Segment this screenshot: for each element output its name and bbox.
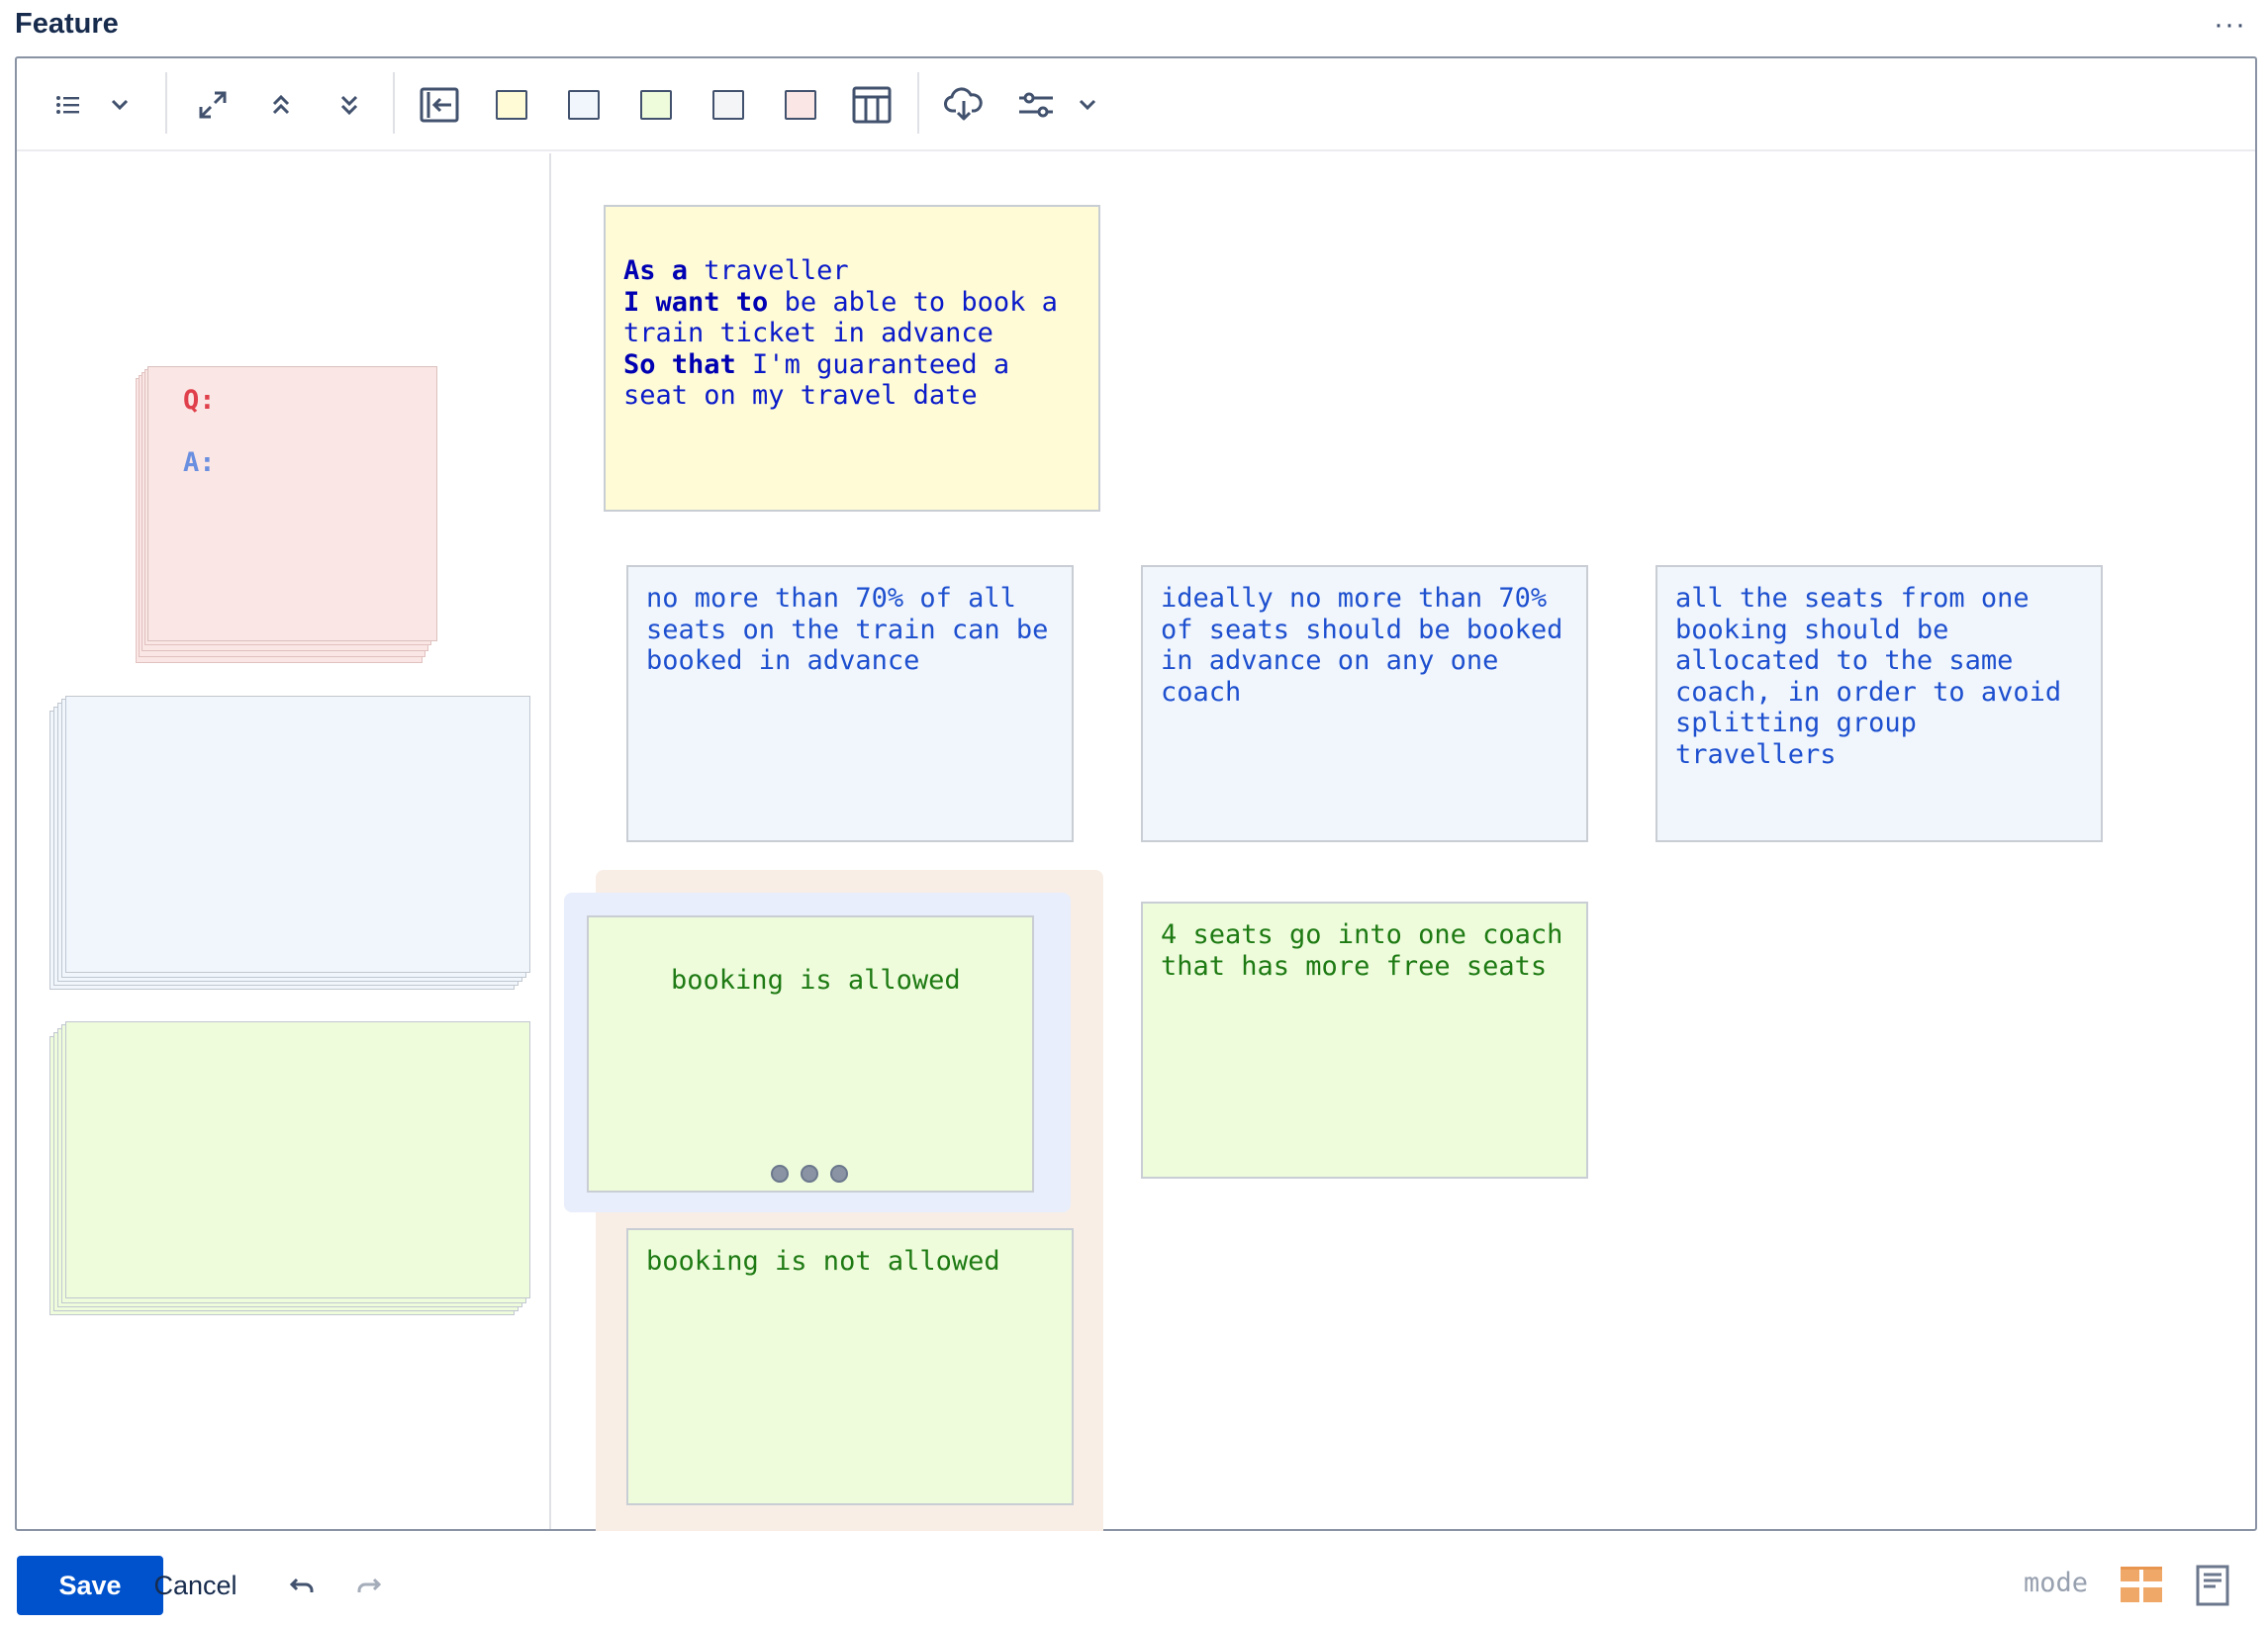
expand-button[interactable] xyxy=(191,83,235,127)
collapse-all-button[interactable] xyxy=(259,83,303,127)
undo-button[interactable] xyxy=(281,1564,325,1607)
rule-card[interactable]: ideally no more than 70% of seats should… xyxy=(1141,565,1588,842)
toolbar-divider xyxy=(165,72,167,134)
white-card-button[interactable] xyxy=(707,83,750,127)
chevron-down-icon xyxy=(111,99,129,111)
example-card[interactable]: 4 seats go into one coach that has more … xyxy=(1141,902,1588,1179)
example-card-deck[interactable] xyxy=(49,1021,532,1318)
expand-icon xyxy=(199,91,227,119)
document-icon xyxy=(2196,1565,2229,1606)
expand-all-button[interactable] xyxy=(328,83,371,127)
dot-icon xyxy=(771,1165,789,1183)
more-options-button[interactable]: ··· xyxy=(2214,8,2246,42)
page-title: Feature xyxy=(15,8,119,40)
cloud-download-icon xyxy=(944,87,983,121)
list-icon xyxy=(56,96,79,114)
swatch-green xyxy=(640,90,672,120)
yellow-card-button[interactable] xyxy=(490,83,533,127)
swatch-pink xyxy=(785,90,816,120)
chevrons-up-icon xyxy=(272,94,290,115)
undo-icon xyxy=(289,1578,314,1592)
question-card-deck[interactable]: Q: A: xyxy=(136,366,437,663)
dot-icon xyxy=(830,1165,848,1183)
chevrons-down-icon xyxy=(340,95,358,116)
redo-button[interactable] xyxy=(346,1564,390,1607)
blue-card-button[interactable] xyxy=(562,83,606,127)
rule-card-deck[interactable] xyxy=(49,696,532,993)
green-card-button[interactable] xyxy=(634,83,678,127)
settings-button[interactable] xyxy=(1014,83,1058,127)
example-card[interactable]: booking is allowed xyxy=(587,915,1034,1193)
list-dropdown-button[interactable] xyxy=(98,83,142,127)
toolbar xyxy=(17,58,2255,151)
swatch-yellow xyxy=(496,90,527,120)
map-mode-button[interactable] xyxy=(2118,1562,2165,1609)
table-icon xyxy=(852,86,892,124)
rule-card[interactable]: no more than 70% of all seats on the tra… xyxy=(626,565,1074,842)
i-want-keyword: I want to xyxy=(623,286,769,318)
question-label: Q: xyxy=(183,385,216,416)
toolbar-divider xyxy=(393,72,395,134)
mode-label: mode xyxy=(2024,1568,2089,1598)
settings-dropdown-button[interactable] xyxy=(1066,83,1109,127)
swatch-blue xyxy=(568,90,600,120)
so-that-keyword: So that xyxy=(623,348,736,380)
example-text: booking is allowed xyxy=(671,964,961,996)
answer-label: A: xyxy=(183,447,216,478)
dot-icon xyxy=(801,1165,818,1183)
as-a-keyword: As a xyxy=(623,255,689,286)
story-card[interactable]: As a traveller I want to be able to book… xyxy=(604,205,1100,512)
swatch-white xyxy=(712,90,744,120)
cancel-button[interactable]: Cancel xyxy=(139,1556,252,1615)
table-view-button[interactable] xyxy=(850,83,894,127)
collapse-panel-icon xyxy=(420,87,459,123)
card-palette: Q: A: xyxy=(17,153,551,1529)
toolbar-divider xyxy=(917,72,919,134)
feature-editor: Q: A: As a traveller I want to be able t… xyxy=(15,56,2257,1531)
map-mode-icon xyxy=(2121,1567,2162,1602)
example-card[interactable]: booking is not allowed xyxy=(626,1228,1074,1505)
collapse-panel-button[interactable] xyxy=(418,83,461,127)
rule-card[interactable]: all the seats from one booking should be… xyxy=(1655,565,2103,842)
chevron-down-icon xyxy=(1079,99,1096,111)
document-mode-button[interactable] xyxy=(2189,1562,2236,1609)
as-a-text: traveller xyxy=(688,255,849,286)
redo-icon xyxy=(357,1578,382,1592)
card-menu-handle[interactable] xyxy=(771,1165,854,1185)
sliders-icon xyxy=(1019,92,1053,118)
pink-card-button[interactable] xyxy=(779,83,822,127)
list-button[interactable] xyxy=(47,83,90,127)
download-button[interactable] xyxy=(942,83,986,127)
